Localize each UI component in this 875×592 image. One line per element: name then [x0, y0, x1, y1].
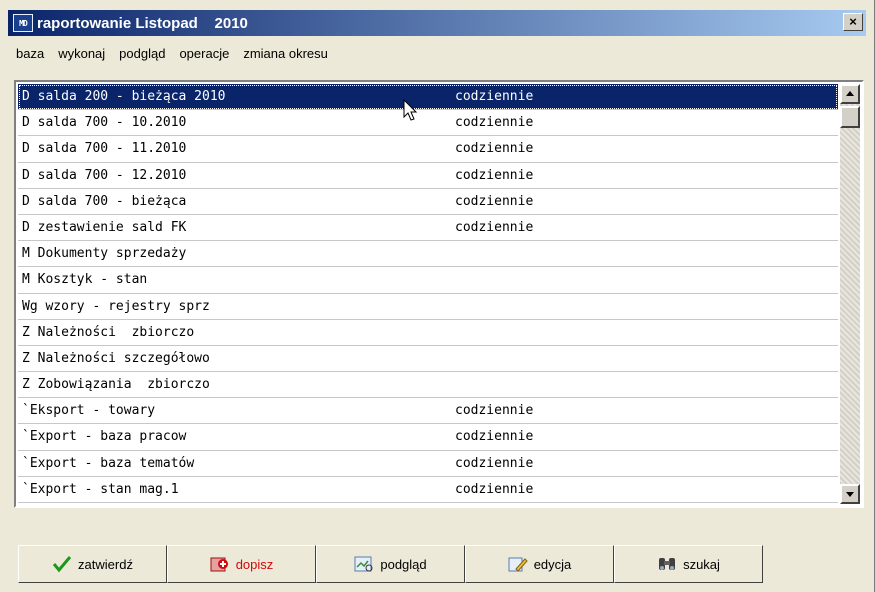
- search-button[interactable]: szukaj: [614, 545, 763, 583]
- menu-bar: baza wykonaj podgląd operacje zmiana okr…: [14, 46, 330, 66]
- checkmark-icon: [52, 555, 72, 573]
- close-button[interactable]: ×: [843, 13, 863, 31]
- report-name: Z Należności szczegółowo: [22, 350, 210, 366]
- report-frequency: codziennie: [455, 429, 534, 445]
- main-window: MD raportowanie Listopad 2010 × baza wyk…: [0, 0, 875, 592]
- report-name: D salda 700 - bieżąca: [22, 193, 187, 209]
- add-label: dopisz: [235, 556, 274, 572]
- arrow-up-icon: [846, 91, 854, 96]
- confirm-button[interactable]: zatwierdź: [18, 545, 167, 583]
- report-name: Z Należności zbiorczo: [22, 324, 195, 340]
- arrow-down-icon: [846, 492, 854, 497]
- edit-button[interactable]: edycja: [465, 545, 614, 583]
- list-item[interactable]: Z Zobowiązania zbiorczo: [18, 372, 838, 399]
- scroll-up-button[interactable]: [840, 84, 860, 104]
- preview-button[interactable]: podgląd: [316, 545, 465, 583]
- scroll-thumb[interactable]: [840, 106, 860, 128]
- list-item[interactable]: D salda 700 - 11.2010 codziennie: [18, 136, 838, 163]
- report-name: M Kosztyk - stan: [22, 272, 148, 288]
- report-name: Wg wzory - rejestry sprz: [22, 298, 210, 314]
- report-name: Z Zobowiązania zbiorczo: [22, 377, 210, 393]
- report-frequency: codziennie: [455, 455, 534, 471]
- preview-icon: [354, 555, 374, 573]
- report-name: `Export - baza tematów: [22, 455, 195, 471]
- vertical-scrollbar[interactable]: [840, 84, 860, 504]
- report-frequency: codziennie: [455, 115, 534, 131]
- list-item[interactable]: D salda 700 - 10.2010 codziennie: [18, 110, 838, 137]
- action-toolbar: zatwierdź dopisz podgląd edycja szukaj: [18, 545, 778, 583]
- edit-pencil-icon: [508, 555, 528, 573]
- report-name: D zestawienie sald FK: [22, 219, 187, 235]
- preview-label: podgląd: [380, 556, 427, 572]
- list-item[interactable]: `Export - baza tematów codziennie: [18, 451, 838, 477]
- binoculars-icon: [657, 555, 677, 573]
- list-item[interactable]: D salda 700 - 12.2010 codziennie: [18, 163, 838, 189]
- list-item[interactable]: Wg wzory - rejestry sprz: [18, 294, 838, 320]
- list-item[interactable]: D zestawienie sald FK codziennie: [18, 215, 838, 242]
- title-bar[interactable]: MD raportowanie Listopad 2010 ×: [8, 10, 866, 36]
- app-icon: MD: [13, 14, 33, 32]
- list-item[interactable]: D salda 200 - bieżąca 2010 codziennie: [18, 84, 838, 111]
- list-item[interactable]: `Export - baza pracow codziennie: [18, 424, 838, 451]
- confirm-label: zatwierdź: [78, 556, 133, 572]
- report-name: D salda 700 - 11.2010: [22, 141, 187, 157]
- report-frequency: codziennie: [455, 403, 534, 419]
- list-item[interactable]: Z Należności szczegółowo: [18, 346, 838, 373]
- edit-label: edycja: [533, 556, 572, 572]
- report-name: D salda 200 - bieżąca 2010: [22, 89, 226, 104]
- report-name: `Export - baza pracow: [22, 429, 187, 445]
- report-name: `Eksport - towary: [22, 403, 156, 419]
- report-frequency: codziennie: [455, 89, 534, 104]
- scroll-down-button[interactable]: [840, 484, 860, 504]
- menu-operacje[interactable]: operacje: [177, 46, 231, 66]
- report-frequency: codziennie: [455, 219, 534, 235]
- report-frequency: codziennie: [455, 167, 534, 183]
- menu-zmiana-okresu[interactable]: zmiana okresu: [241, 46, 330, 66]
- add-document-icon: [210, 555, 230, 573]
- report-name: D salda 700 - 10.2010: [22, 115, 187, 131]
- report-name: M Dokumenty sprzedaży: [22, 246, 187, 262]
- menu-podglad[interactable]: podgląd: [117, 46, 167, 66]
- search-label: szukaj: [683, 556, 720, 572]
- report-frequency: codziennie: [455, 141, 534, 157]
- menu-wykonaj[interactable]: wykonaj: [56, 46, 107, 66]
- report-frequency: codziennie: [455, 193, 534, 209]
- report-name: `Export - stan mag.1: [22, 481, 179, 497]
- list-item[interactable]: M Kosztyk - stan: [18, 267, 838, 294]
- report-list: D salda 200 - bieżąca 2010 codziennie D s…: [14, 80, 864, 508]
- report-frequency: codziennie: [455, 481, 534, 497]
- list-item[interactable]: `Export - stan mag.1 codziennie: [18, 477, 838, 503]
- window-title: raportowanie Listopad 2010: [37, 14, 248, 32]
- list-item[interactable]: M Dokumenty sprzedaży: [18, 241, 838, 268]
- list-item[interactable]: `Eksport - towary codziennie: [18, 398, 838, 425]
- add-button[interactable]: dopisz: [167, 545, 316, 583]
- list-item[interactable]: D salda 700 - bieżąca codziennie: [18, 189, 838, 215]
- menu-baza[interactable]: baza: [14, 46, 46, 66]
- list-item[interactable]: Z Należności zbiorczo: [18, 320, 838, 346]
- report-list-items: D salda 200 - bieżąca 2010 codziennie D s…: [18, 84, 838, 504]
- report-name: D salda 700 - 12.2010: [22, 167, 187, 183]
